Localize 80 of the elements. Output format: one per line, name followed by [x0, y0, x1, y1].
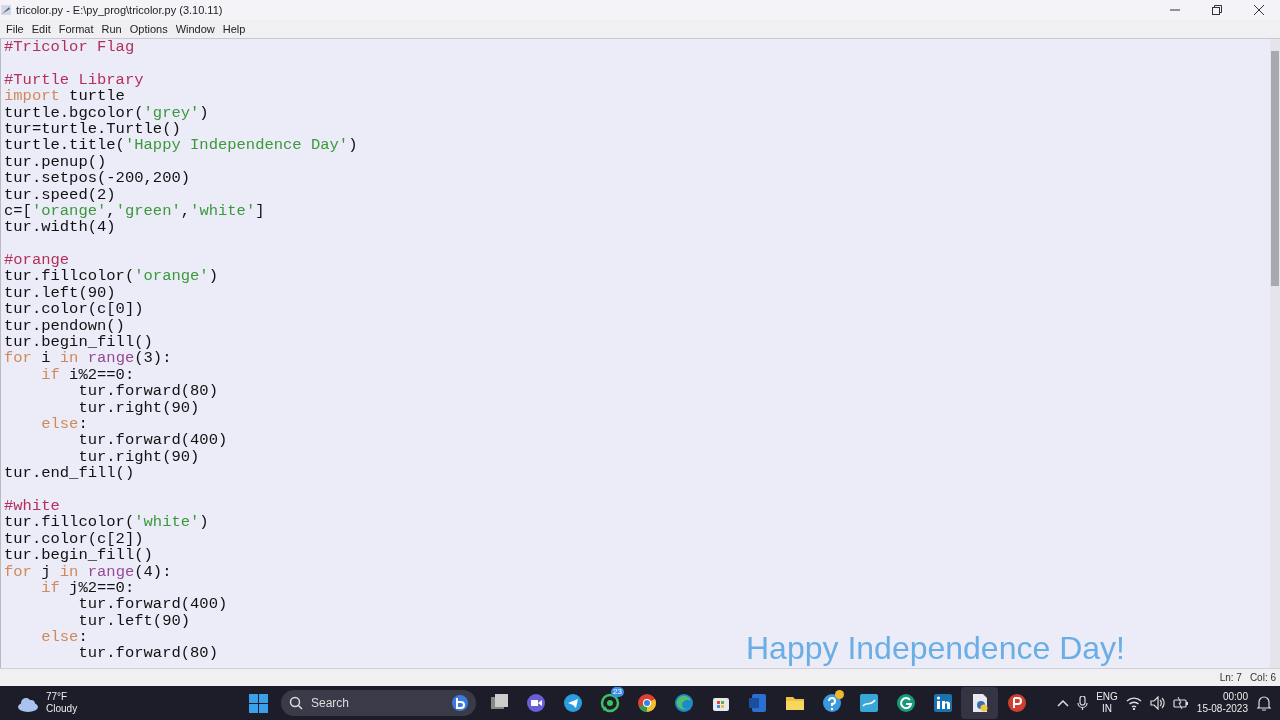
code-line: else:	[40, 629, 88, 646]
microphone-icon[interactable]	[1077, 696, 1089, 710]
code-line: #Turtle Library	[4, 71, 144, 89]
code-line: tur.left(90)	[4, 284, 116, 302]
code-line: turtle.title('Happy Independence Day')	[4, 137, 358, 154]
close-icon[interactable]	[1254, 5, 1264, 15]
code-line: turtle.bgcolor('grey')	[4, 104, 209, 121]
weather-temperature: 77°F	[46, 691, 69, 703]
code-line: tur.speed(2)	[4, 186, 116, 203]
search-icon	[289, 696, 303, 710]
search-placeholder: Search	[311, 695, 351, 712]
cursor-column: Col: 6	[1249, 670, 1276, 685]
language-indicator[interactable]: ENG	[1096, 691, 1118, 703]
phone-bubble-icon	[599, 693, 620, 713]
app-tile-icon	[932, 693, 953, 713]
code-line: tur.end_fill()	[4, 465, 135, 482]
code-line: else:	[40, 416, 88, 433]
code-line: #white	[4, 497, 60, 515]
menu-item[interactable]: Edit	[27, 20, 55, 38]
code-line: tur.forward(400)	[77, 596, 228, 613]
menu-item[interactable]: Window	[171, 20, 219, 38]
search-field[interactable]: Search	[281, 690, 476, 716]
code-line: tur.pendown()	[4, 317, 125, 335]
code-line: tur.penup()	[4, 153, 107, 171]
code-line: tur.right(90)	[78, 399, 200, 416]
restore-icon[interactable]	[1212, 5, 1222, 15]
windows-icon[interactable]	[249, 693, 268, 713]
app-tile-icon	[858, 693, 879, 713]
camera-icon	[525, 693, 546, 713]
menu-item[interactable]: Help	[218, 20, 250, 38]
weather-condition: Cloudy	[46, 703, 78, 715]
code-line: if i%2==0:	[40, 366, 135, 384]
code-line: tur.color(c[2])	[4, 530, 144, 548]
circle-logo-icon	[1006, 693, 1027, 713]
menu-item[interactable]: Options	[125, 20, 172, 38]
chevron-up-icon[interactable]	[1057, 698, 1070, 708]
notification-icon[interactable]	[1256, 695, 1272, 711]
question-icon	[821, 693, 842, 713]
code-line: tur.forward(80)	[77, 383, 218, 400]
code-line: tur.fillcolor('white')	[4, 514, 209, 531]
circle-logo-icon	[636, 693, 657, 713]
code-line: tur.forward(80)	[77, 645, 218, 662]
taskbar-button[interactable]	[961, 687, 998, 719]
b-logo-icon[interactable]	[452, 695, 468, 711]
menu-item[interactable]: File	[2, 20, 28, 38]
language-indicator[interactable]: IN	[1102, 703, 1112, 715]
cursor-line: Ln: 7	[1219, 671, 1242, 685]
app-icon	[0, 4, 12, 16]
window-title: tricolor.py - E:\py_prog\tricolor.py (3.10.11)	[16, 2, 223, 18]
menu-item[interactable]: Run	[97, 20, 126, 38]
menu-item[interactable]: Format	[54, 20, 98, 38]
clock-date[interactable]: 15-08-2023	[1196, 703, 1248, 715]
code-line: tur=turtle.Turtle()	[4, 120, 181, 138]
code-line: tur.setpos(-200,200)	[4, 170, 191, 187]
code-line: import turtle	[4, 88, 125, 105]
code-line: tur.begin_fill()	[4, 334, 153, 351]
wifi-icon[interactable]	[1125, 696, 1142, 710]
scrollbar-thumb[interactable]	[1271, 51, 1279, 286]
circle-logo-icon	[895, 693, 916, 713]
document-icon	[747, 693, 768, 713]
battery-icon[interactable]	[1172, 696, 1189, 710]
code-line: for i in range(3):	[4, 350, 172, 367]
paper-plane-icon	[562, 693, 583, 713]
code-line: #Tricolor Flag	[4, 39, 135, 56]
wave-logo-icon	[673, 693, 694, 713]
code-line: tur.color(c[0])	[4, 301, 144, 318]
code-line: for j in range(4):	[4, 563, 172, 580]
code-line: #orange	[4, 252, 70, 269]
code-line: tur.fillcolor('orange')	[4, 268, 218, 285]
code-line: if j%2==0:	[40, 579, 135, 597]
turtle-window-text: Happy Independence Day!	[746, 631, 1125, 667]
code-line: tur.width(4)	[4, 219, 116, 236]
notification-badge: 23	[611, 687, 624, 697]
code-line: c=['orange','green','white']	[4, 202, 265, 220]
speaker-icon[interactable]	[1149, 696, 1165, 710]
code-line: tur.right(90)	[77, 448, 200, 466]
code-line: tur.forward(400)	[77, 432, 228, 449]
code-line: tur.begin_fill()	[4, 547, 153, 564]
clock-time[interactable]: 00:00	[1222, 691, 1248, 703]
code-line: tur.left(90)	[78, 612, 191, 630]
